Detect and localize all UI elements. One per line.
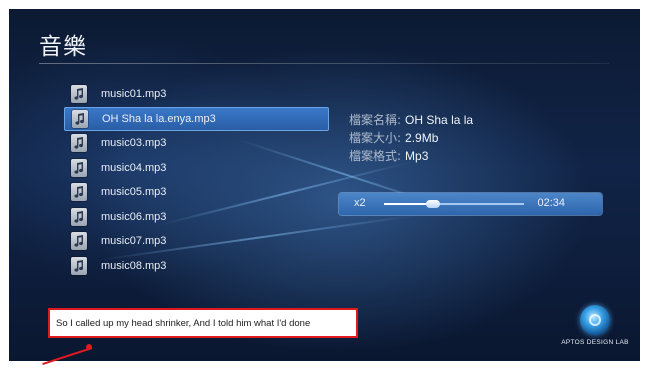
elapsed-time: 02:34 bbox=[537, 197, 565, 209]
playlist-item-label: OH Sha la la.enya.mp3 bbox=[102, 112, 216, 125]
detail-format-value: Mp3 bbox=[405, 149, 429, 163]
lyrics-display: So I called up my head shrinker, And I t… bbox=[48, 308, 358, 338]
detail-size: 檔案大小: 2.9Mb bbox=[349, 129, 473, 147]
playlist-item[interactable]: music08.mp3 bbox=[64, 254, 329, 279]
music-file-icon bbox=[71, 207, 87, 226]
progress-handle[interactable] bbox=[426, 200, 440, 208]
brand-logo-icon bbox=[580, 305, 610, 335]
music-file-icon bbox=[72, 109, 88, 128]
playback-speed[interactable]: x2 bbox=[354, 197, 366, 209]
playlist-item-label: music06.mp3 bbox=[101, 210, 167, 223]
detail-name: 檔案名稱: OH Sha la la bbox=[349, 111, 473, 129]
brand-logo-text: APTOS DESIGN LAB bbox=[561, 339, 629, 346]
playlist: music01.mp3 OH Sha la la.enya.mp3 music03.… bbox=[64, 82, 329, 278]
detail-format-label: 檔案格式: bbox=[349, 149, 402, 163]
playlist-item[interactable]: music04.mp3 bbox=[64, 156, 329, 181]
title-divider bbox=[39, 63, 609, 64]
playlist-item[interactable]: music03.mp3 bbox=[64, 131, 329, 156]
music-file-icon bbox=[71, 256, 87, 275]
playlist-item[interactable]: music05.mp3 bbox=[64, 180, 329, 205]
detail-format: 檔案格式: Mp3 bbox=[349, 147, 473, 165]
detail-size-label: 檔案大小: bbox=[349, 131, 402, 145]
playlist-item-label: music05.mp3 bbox=[101, 186, 167, 199]
progress-track[interactable] bbox=[384, 200, 524, 208]
detail-name-label: 檔案名稱: bbox=[349, 113, 402, 127]
detail-size-value: 2.9Mb bbox=[405, 131, 439, 145]
playlist-item-label: music08.mp3 bbox=[101, 259, 167, 272]
playlist-item-label: music03.mp3 bbox=[101, 137, 167, 150]
playlist-item-label: music01.mp3 bbox=[101, 88, 167, 101]
lyrics-text: So I called up my head shrinker, And I t… bbox=[56, 317, 311, 329]
playback-bar[interactable]: x2 02:34 bbox=[339, 193, 602, 215]
music-file-icon bbox=[71, 158, 87, 177]
file-details: 檔案名稱: OH Sha la la 檔案大小: 2.9Mb 檔案格式: Mp3 bbox=[349, 111, 473, 165]
brand-logo: APTOS DESIGN LAB bbox=[555, 305, 635, 346]
music-file-icon bbox=[71, 232, 87, 251]
playlist-item-label: music04.mp3 bbox=[101, 161, 167, 174]
detail-name-value: OH Sha la la bbox=[405, 113, 474, 127]
page-title: 音樂 bbox=[39, 34, 87, 60]
music-file-icon bbox=[71, 134, 87, 153]
music-file-icon bbox=[71, 183, 87, 202]
music-file-icon bbox=[71, 85, 87, 104]
playlist-item[interactable]: music06.mp3 bbox=[64, 205, 329, 230]
playlist-item[interactable]: music01.mp3 bbox=[64, 82, 329, 107]
annotation-arrow-head bbox=[86, 344, 92, 350]
playlist-item-label: music07.mp3 bbox=[101, 235, 167, 248]
playlist-item[interactable]: OH Sha la la.enya.mp3 bbox=[64, 106, 329, 131]
playlist-item[interactable]: music07.mp3 bbox=[64, 229, 329, 254]
